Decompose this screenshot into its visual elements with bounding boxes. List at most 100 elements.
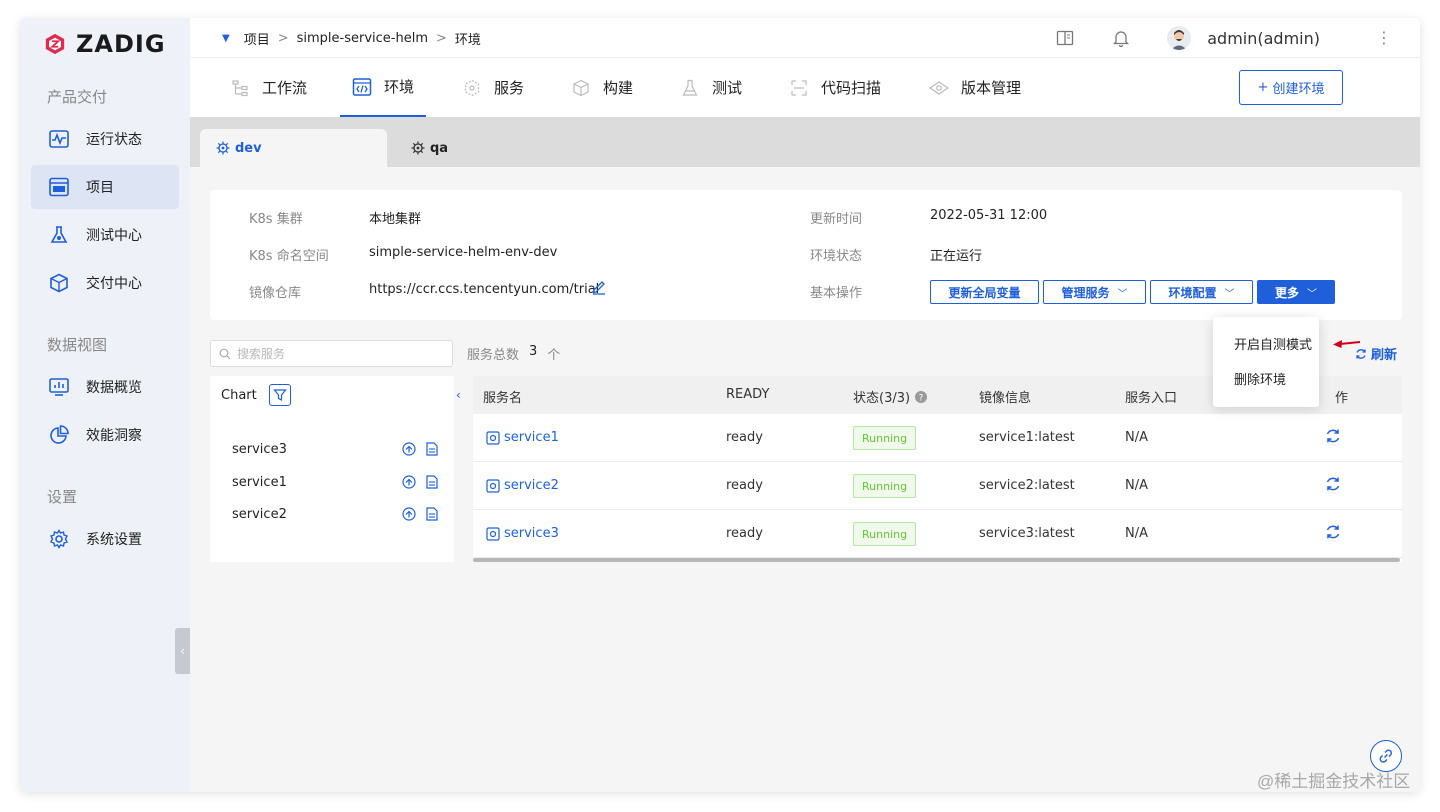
service-name-link[interactable]: service3 [486,526,559,541]
user-name[interactable]: admin(admin) [1207,29,1320,48]
red-arrow-annotation-icon [1333,340,1361,348]
upgrade-circle-icon[interactable] [402,442,416,456]
tab-test[interactable]: 测试 [680,58,742,117]
sidebar-collapse-handle[interactable]: ‹ [175,628,190,674]
status-value: 正在运行 [930,249,983,264]
breadcrumb-projects[interactable]: 项目 [244,29,270,48]
more-button[interactable]: 更多 ﹀ [1257,280,1335,304]
horizontal-scrollbar[interactable] [473,558,1400,562]
status-label: 环境状态 [810,249,863,264]
bar-chart-screen-icon [48,376,70,398]
menu-item-enable-self-test[interactable]: 开启自测模式 [1234,334,1312,353]
tab-version-management[interactable]: 版本管理 [929,58,1021,117]
avatar[interactable] [1167,26,1192,50]
create-environment-button[interactable]: + 创建环境 [1239,70,1343,105]
sidebar-item-delivery-center[interactable]: 交付中心 [31,261,179,305]
eye-version-icon [929,78,949,98]
filter-button[interactable] [268,384,291,406]
sidebar-item-label: 交付中心 [86,276,142,292]
breadcrumb-current: 环境 [454,33,481,48]
section-data-view: 数据视图 [47,336,108,354]
chart-row[interactable]: service1 [232,466,446,498]
manage-services-button[interactable]: 管理服务 ﹀ [1043,280,1146,304]
button-label: 管理服务 [1061,285,1110,300]
bell-notification-icon[interactable] [1111,28,1131,48]
tab-services[interactable]: 服务 [462,58,524,117]
breadcrumb: ▼ 项目 > simple-service-helm > 环境 [222,29,481,48]
restart-icon[interactable] [1325,428,1341,444]
sidebar-item-system-settings[interactable]: 系统设置 [31,517,179,561]
upgrade-circle-icon[interactable] [402,475,416,489]
pulse-monitor-icon [48,128,70,150]
chevron-left-icon[interactable]: ‹ [456,388,461,402]
tab-build[interactable]: 构建 [571,58,633,117]
brand-name: ZADIG [76,30,166,58]
chart-row[interactable]: service2 [232,498,446,530]
helm-wheel-icon [411,141,425,155]
ready-cell: ready [726,478,763,493]
button-label: 更新全局变量 [948,285,1021,300]
tab-workflow[interactable]: 工作流 [230,58,307,117]
column-header-ready: READY [726,387,770,402]
entry-cell: N/A [1125,430,1148,445]
sidebar-item-project[interactable]: 项目 [31,165,179,209]
menu-item-delete-environment[interactable]: 删除环境 [1234,369,1286,388]
env-tab-dev[interactable]: dev [200,129,387,167]
service-icon [486,526,500,541]
chart-row[interactable]: service3 [232,433,446,465]
namespace-value: simple-service-helm-env-dev [369,245,558,260]
section-product-delivery: 产品交付 [47,88,108,106]
button-label: 更多 [1274,285,1299,300]
restart-icon[interactable] [1325,524,1341,540]
sidebar-item-data-overview[interactable]: 数据概览 [31,365,179,409]
restart-icon[interactable] [1325,476,1341,492]
sidebar-item-efficiency-insight[interactable]: 效能洞察 [31,413,179,457]
service-total-unit: 个 [547,348,561,363]
chart-panel-header: Chart [221,384,291,406]
chevron-down-icon: ﹀ [1307,288,1317,300]
logo[interactable]: ZADIG [44,30,166,58]
chart-panel-title: Chart [221,387,257,403]
tab-label: 环境 [384,78,415,96]
zadig-logo-icon [45,33,65,55]
sidebar-item-test-center[interactable]: 测试中心 [31,213,179,257]
sidebar-item-label: 运行状态 [86,132,142,148]
flask-icon [48,224,70,246]
upgrade-circle-icon[interactable] [402,507,416,521]
document-icon[interactable] [426,442,438,456]
document-icon[interactable] [426,475,438,489]
sidebar-item-runtime-status[interactable]: 运行状态 [31,117,179,161]
column-header-status-label: 状态(3/3) [853,391,911,406]
column-header-status: 状态(3/3) ? [853,387,928,406]
updated-value: 2022-05-31 12:00 [930,208,1048,223]
caret-down-icon[interactable]: ▼ [222,33,230,44]
service-icon [486,478,500,493]
env-config-button[interactable]: 环境配置 ﹀ [1150,280,1253,304]
section-settings: 设置 [47,488,78,506]
service-name-link[interactable]: service2 [486,478,559,493]
chevron-down-icon: ﹀ [1224,288,1235,300]
column-header-ops: 作 [1335,391,1349,406]
namespace-label: K8s 命名空间 [249,249,329,264]
service-total-label: 服务总数 [467,348,520,363]
breadcrumb-project[interactable]: simple-service-helm [297,31,428,46]
registry-value: https://ccr.ccs.tencentyun.com/trial [369,282,600,297]
service-total-count: 3 [529,344,538,359]
more-vertical-icon[interactable]: ⋮ [1376,30,1392,46]
edit-pencil-icon[interactable] [591,279,607,299]
document-icon[interactable] [426,507,438,521]
sidebar-item-label: 测试中心 [86,228,142,244]
update-global-vars-button[interactable]: 更新全局变量 [930,280,1039,304]
search-input[interactable] [237,346,437,361]
tab-code-scan[interactable]: 代码扫描 [789,58,881,117]
env-tab-label: dev [235,140,262,156]
code-env-icon [352,77,372,97]
book-docs-icon[interactable] [1055,28,1075,48]
env-tab-qa[interactable]: qa [411,129,448,167]
table-row: service3 ready Running service3:latest N… [473,510,1402,558]
refresh-label: 刷新 [1371,348,1398,363]
help-circle-icon[interactable]: ? [915,390,928,403]
service-name-link[interactable]: service1 [486,430,559,445]
service-search[interactable] [210,340,453,367]
tab-environment[interactable]: 环境 [340,58,427,117]
